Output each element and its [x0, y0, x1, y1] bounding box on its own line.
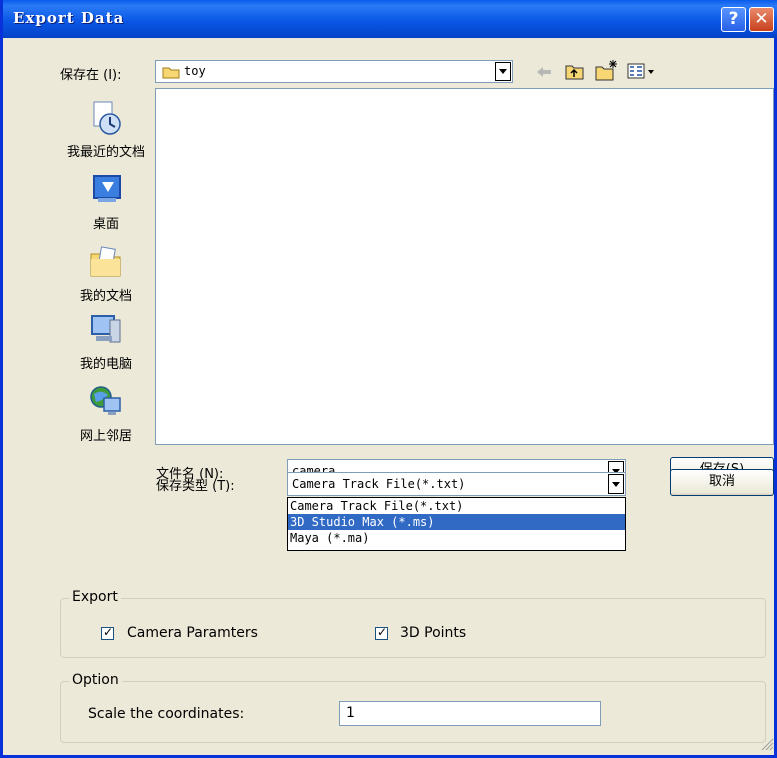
- title-bar[interactable]: Export Data ? ✕: [3, 0, 777, 38]
- save-in-label: 保存在 (I):: [60, 68, 122, 83]
- places-my-documents[interactable]: 我的文档: [61, 244, 151, 304]
- places-desktop-label: 桌面: [92, 217, 119, 232]
- places-my-computer[interactable]: 我的电脑: [61, 312, 151, 372]
- save-in-dropdown-button[interactable]: [495, 62, 511, 81]
- checkmark-icon: ✓: [103, 625, 114, 639]
- view-menu-icon[interactable]: [627, 63, 657, 79]
- recent-documents-icon: [93, 101, 121, 135]
- places-desktop[interactable]: 桌面: [61, 172, 151, 232]
- back-arrow-icon[interactable]: [535, 64, 553, 80]
- cancel-button[interactable]: 取消: [670, 469, 774, 496]
- checkmark-icon: ✓: [377, 625, 388, 639]
- places-network[interactable]: 网上邻居: [61, 384, 151, 444]
- chevron-down-icon: [499, 69, 507, 74]
- places-my-documents-label: 我的文档: [79, 289, 132, 304]
- export-data-dialog: Export Data ? ✕ 保存在 (I): toy 我最近的文档 桌面 我…: [0, 0, 777, 758]
- option-group-title: Option: [69, 672, 122, 688]
- points-label[interactable]: 3D Points: [400, 625, 466, 641]
- my-documents-icon: [90, 246, 121, 277]
- places-network-label: 网上邻居: [79, 429, 132, 444]
- file-type-label: 保存类型 (T):: [156, 479, 235, 494]
- scale-value[interactable]: 1: [346, 705, 355, 721]
- file-type-option[interactable]: Maya (*.ma): [288, 530, 625, 546]
- scale-label: Scale the coordinates:: [88, 706, 245, 722]
- file-type-options-list[interactable]: Camera Track File(*.txt) 3D Studio Max (…: [287, 497, 626, 551]
- export-group-title: Export: [69, 589, 121, 605]
- chevron-down-icon: [612, 481, 620, 487]
- points-checkbox[interactable]: ✓: [375, 625, 388, 640]
- camera-params-label[interactable]: Camera Paramters: [127, 625, 258, 641]
- file-type-option-selected[interactable]: 3D Studio Max (*.ms): [288, 514, 625, 530]
- places-recent-label: 我最近的文档: [66, 145, 145, 160]
- my-computer-icon: [91, 315, 121, 343]
- network-places-icon: [90, 386, 121, 415]
- file-list-view[interactable]: [155, 88, 774, 445]
- save-in-combo[interactable]: toy: [155, 60, 513, 83]
- close-button[interactable]: ✕: [749, 7, 774, 32]
- file-type-value: Camera Track File(*.txt): [292, 477, 466, 491]
- places-my-computer-label: 我的电脑: [79, 357, 132, 372]
- places-recent[interactable]: 我最近的文档: [61, 100, 151, 160]
- scale-input[interactable]: 1: [339, 701, 601, 726]
- save-in-value: toy: [184, 64, 206, 78]
- file-type-dropdown-button[interactable]: [608, 474, 624, 494]
- folder-icon: [162, 67, 180, 79]
- window-title: Export Data: [13, 9, 125, 27]
- camera-params-checkbox[interactable]: ✓: [101, 625, 114, 640]
- up-folder-icon[interactable]: [565, 62, 585, 80]
- new-folder-icon[interactable]: [595, 59, 619, 81]
- resize-grip-icon[interactable]: [760, 737, 774, 751]
- file-type-combo[interactable]: Camera Track File(*.txt): [287, 472, 626, 496]
- help-button[interactable]: ?: [721, 7, 746, 32]
- desktop-icon: [93, 175, 121, 202]
- file-type-option[interactable]: Camera Track File(*.txt): [288, 498, 625, 514]
